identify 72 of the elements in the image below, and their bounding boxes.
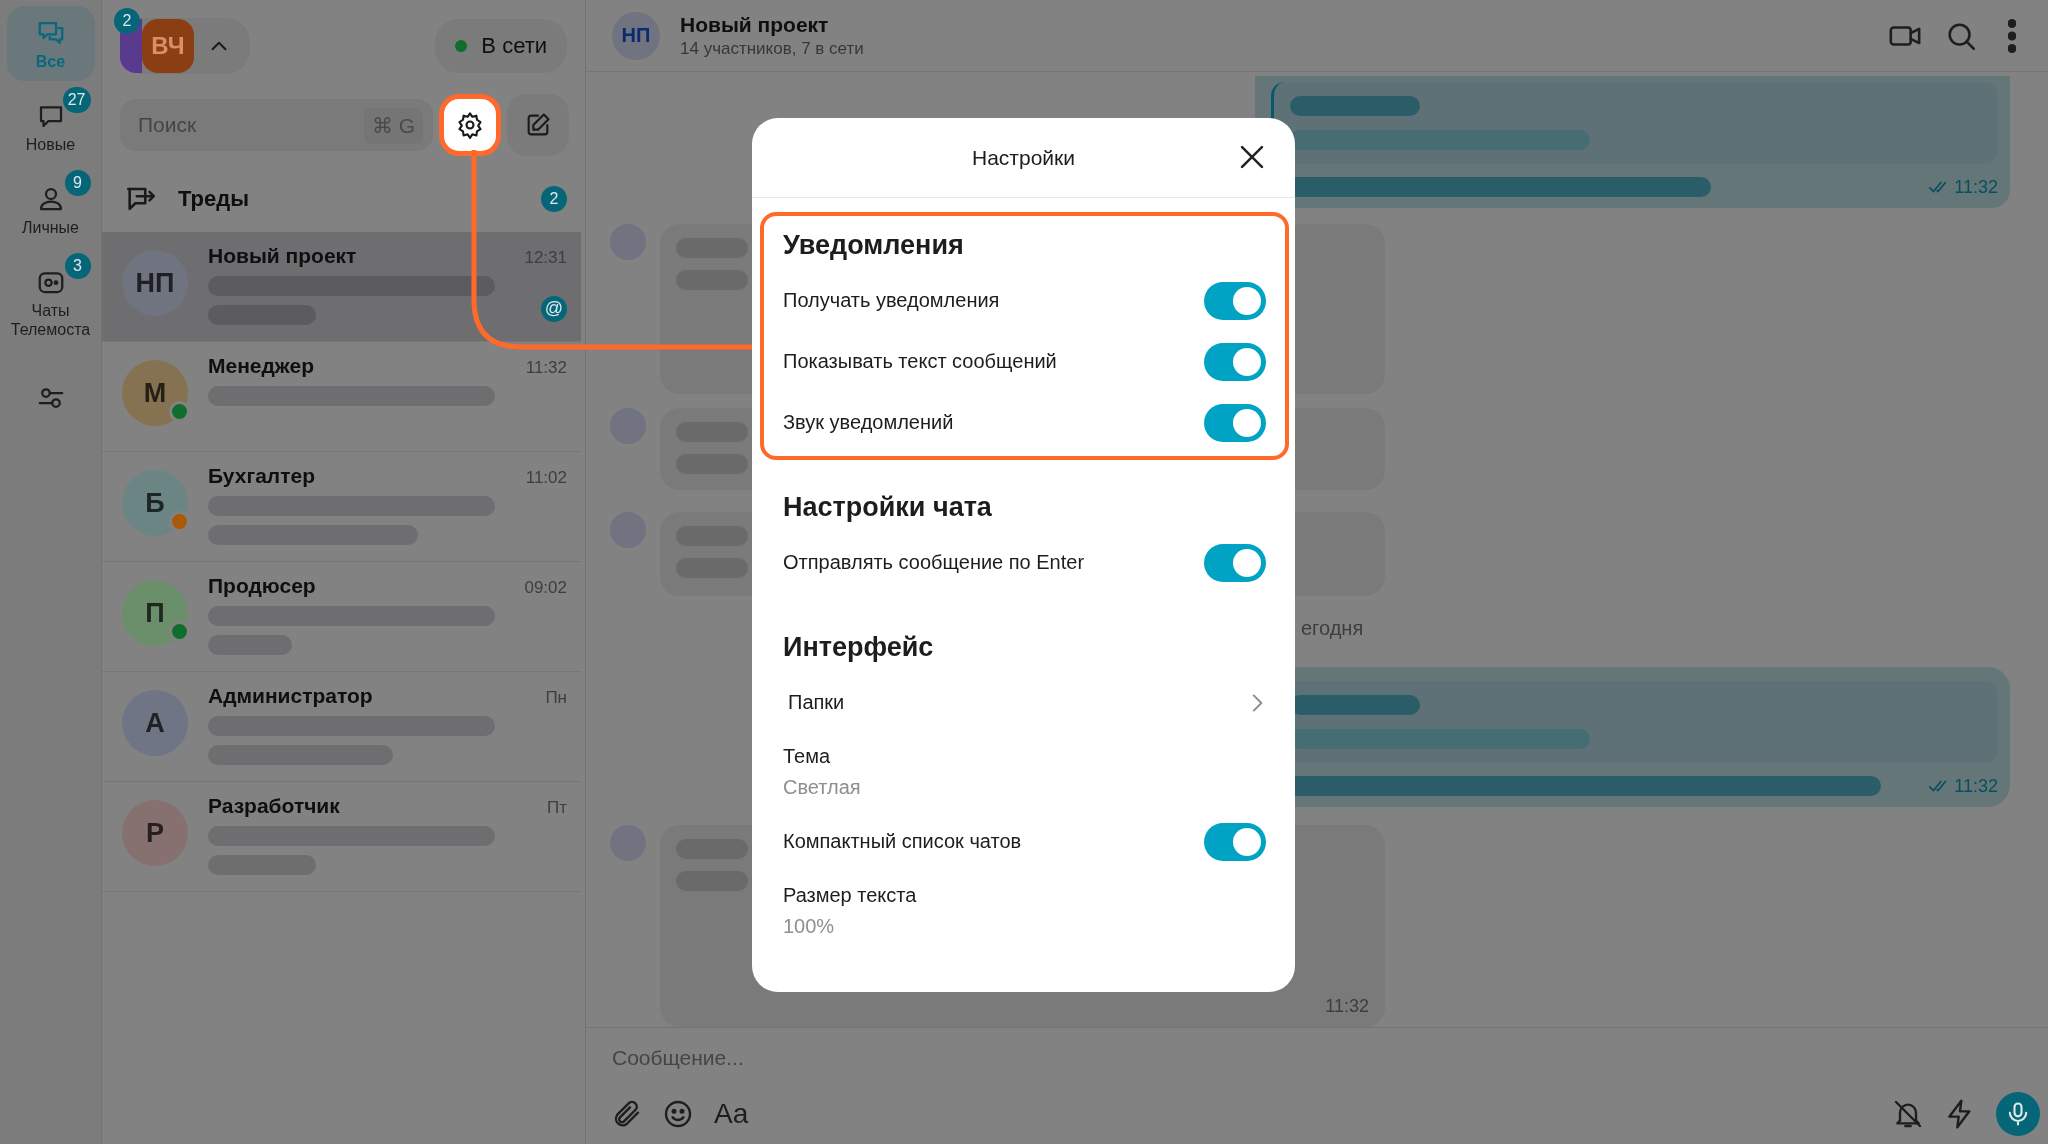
nav-item[interactable]: Новые 27: [6, 89, 95, 164]
section-heading: Настройки чата: [783, 491, 993, 524]
section-heading: Интерфейс: [783, 631, 935, 664]
more-icon: [2008, 18, 2016, 53]
threads-item[interactable]: Треды 2: [102, 166, 585, 232]
chat-item[interactable]: А Администратор Пн: [102, 672, 581, 782]
toggle-switch[interactable]: [1204, 822, 1266, 861]
emoji-icon: [662, 1098, 694, 1130]
avatar: НП: [612, 11, 660, 60]
emoji-button[interactable]: [662, 1098, 694, 1130]
avatar: НП: [122, 250, 188, 316]
settings-icon: [456, 111, 484, 139]
toggle-switch[interactable]: [1204, 281, 1266, 320]
toggle-switch[interactable]: [1204, 342, 1266, 381]
message-time: 11:32: [1954, 176, 1998, 198]
chat-item[interactable]: Б Бухгалтер 11:02: [102, 452, 581, 562]
setting-label: Получать уведомления: [783, 289, 1000, 312]
chat-name: Менеджер: [208, 354, 314, 378]
setting-label: Звук уведомлений: [783, 411, 954, 434]
count-badge: 2: [541, 186, 567, 212]
avatar: Б: [122, 470, 188, 536]
setting-label: Показывать текст сообщений: [783, 350, 1057, 373]
count-badge: 3: [64, 253, 91, 279]
avatar: Р: [122, 800, 188, 866]
chat-time: Пн: [545, 688, 567, 708]
account-avatar[interactable]: ВЧ: [142, 19, 194, 73]
settings-link[interactable]: Папки: [783, 672, 1266, 733]
section-heading: Уведомления: [783, 229, 965, 262]
voice-button[interactable]: [1996, 1092, 2040, 1136]
chat-name: Бухгалтер: [208, 464, 315, 488]
chat-title: Новый проект: [680, 12, 830, 37]
chat-time: 09:02: [524, 578, 567, 598]
setting-value: 100%: [783, 915, 836, 938]
dialog-title: Настройки: [972, 145, 1075, 170]
chat-name: Администратор: [208, 684, 373, 708]
chat-name: Разработчик: [208, 794, 340, 818]
nav-item[interactable]: Личные 9: [6, 172, 95, 247]
compose-button[interactable]: [507, 94, 569, 156]
format-button[interactable]: Aa: [714, 1098, 749, 1130]
setting-label: Компактный список чатов: [783, 830, 1022, 853]
setting-label: Размер текста: [783, 884, 918, 907]
chat-time: Пт: [547, 798, 567, 818]
threads-label: Треды: [178, 186, 251, 212]
date-label: егодня: [1301, 617, 1364, 640]
chat-time: 11:02: [525, 468, 567, 488]
settings-button[interactable]: [439, 94, 501, 156]
chat-item[interactable]: Р Разработчик Пт: [102, 782, 581, 892]
chat-item[interactable]: П Продюсер 09:02: [102, 562, 581, 672]
message-time: 11:32: [1325, 996, 1369, 1017]
count-badge: 9: [64, 170, 91, 196]
chat-item[interactable]: М Менеджер 11:32: [102, 342, 581, 452]
setting-label: Тема: [783, 745, 832, 768]
mute-button[interactable]: [1892, 1098, 1924, 1130]
status-button[interactable]: В сети: [435, 19, 567, 73]
chat-subtitle: 14 участников, 7 в сети: [680, 38, 865, 59]
nav-item[interactable]: Чаты Телемоста 3: [6, 255, 95, 349]
toggle-switch[interactable]: [1204, 403, 1266, 442]
setting-value: Светлая: [783, 776, 862, 799]
count-badge: 27: [62, 87, 91, 113]
avatar: М: [122, 360, 188, 426]
message-input[interactable]: Сообщение...: [610, 1042, 2040, 1074]
toggle-switch[interactable]: [1204, 543, 1266, 582]
bell-off-icon: [1892, 1098, 1924, 1130]
avatar: П: [122, 580, 188, 646]
setting-label: Отправлять сообщение по Enter: [783, 551, 1085, 574]
chat-time: 11:32: [525, 358, 567, 378]
count-badge: 2: [114, 8, 140, 34]
chat-name: Новый проект: [208, 244, 357, 268]
avatar: А: [122, 690, 188, 756]
mention-badge: @: [541, 296, 567, 322]
message-time: 11:32: [1954, 775, 1998, 797]
chat-name: Продюсер: [208, 574, 316, 598]
